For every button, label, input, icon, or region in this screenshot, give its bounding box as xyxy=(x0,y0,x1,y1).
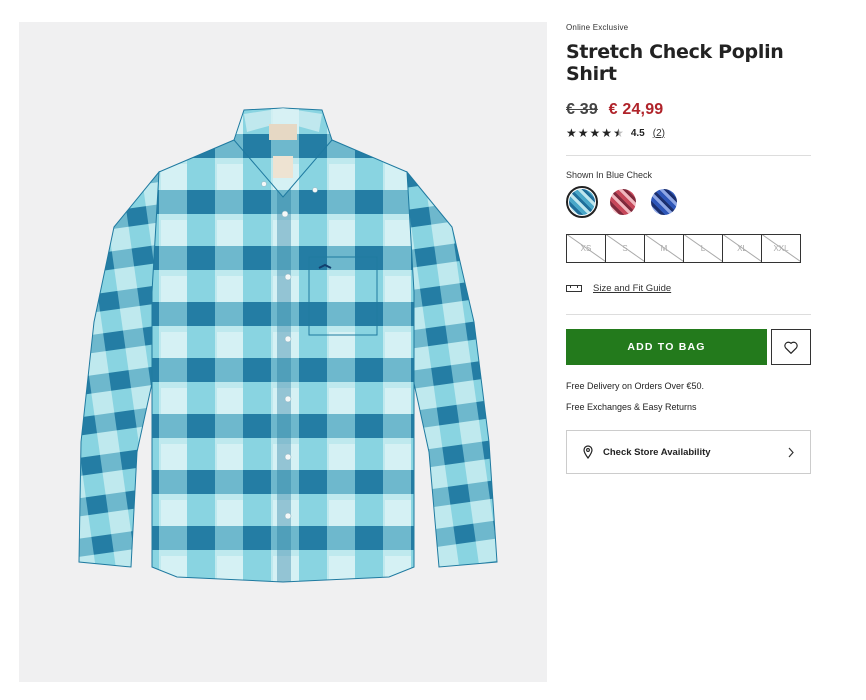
rating-value: 4.5 xyxy=(630,127,645,139)
product-image[interactable] xyxy=(19,22,547,682)
divider xyxy=(566,314,811,315)
rating-stars: ★ ★ ★ ★ ★ xyxy=(566,127,624,139)
size-selector: XS S M L XL XXL xyxy=(566,234,811,263)
returns-info: Free Exchanges & Easy Returns xyxy=(566,402,697,412)
review-count-link[interactable]: (2) xyxy=(653,128,665,139)
store-availability-label: Check Store Availability xyxy=(603,446,711,458)
product-details: Online Exclusive Stretch Check Poplin Sh… xyxy=(566,18,811,474)
check-store-availability-button[interactable]: Check Store Availability xyxy=(566,430,811,474)
price-block: € 39 € 24,99 xyxy=(566,101,811,119)
wishlist-button[interactable] xyxy=(771,329,811,365)
chevron-right-icon xyxy=(788,447,794,458)
delivery-info: Free Delivery on Orders Over €50. xyxy=(566,381,705,391)
star-icon: ★ xyxy=(566,126,577,140)
size-guide: Size and Fit Guide xyxy=(566,283,811,294)
swatch-navy-check[interactable] xyxy=(648,186,680,218)
star-icon: ★ xyxy=(589,126,601,140)
product-title: Stretch Check Poplin Shirt xyxy=(566,41,784,85)
product-page: Online Exclusive Stretch Check Poplin Sh… xyxy=(0,0,866,700)
plaid-shirt-image xyxy=(78,107,498,583)
divider xyxy=(566,155,811,156)
star-icon: ★ xyxy=(601,126,613,140)
size-l[interactable]: L xyxy=(683,234,723,263)
original-price: € 39 xyxy=(566,101,598,118)
size-xl[interactable]: XL xyxy=(722,234,762,263)
rating: ★ ★ ★ ★ ★ 4.5 (2) xyxy=(566,127,811,139)
purchase-actions: ADD TO BAG xyxy=(566,329,811,365)
size-xxl[interactable]: XXL xyxy=(761,234,801,263)
map-pin-icon xyxy=(583,445,593,459)
sale-price: € 24,99 xyxy=(608,101,664,118)
online-exclusive-label: Online Exclusive xyxy=(566,23,629,32)
size-guide-link[interactable]: Size and Fit Guide xyxy=(593,283,671,294)
size-s[interactable]: S xyxy=(605,234,645,263)
color-label: Shown In Blue Check xyxy=(566,170,653,180)
color-swatches xyxy=(566,186,811,218)
add-to-bag-button[interactable]: ADD TO BAG xyxy=(566,329,767,365)
size-m[interactable]: M xyxy=(644,234,684,263)
half-star-icon: ★ xyxy=(613,126,624,140)
size-xs[interactable]: XS xyxy=(566,234,606,263)
ruler-icon xyxy=(566,285,582,292)
swatch-red-check[interactable] xyxy=(607,186,639,218)
swatch-blue-check[interactable] xyxy=(566,186,598,218)
star-icon: ★ xyxy=(577,126,589,140)
heart-icon xyxy=(784,341,798,354)
